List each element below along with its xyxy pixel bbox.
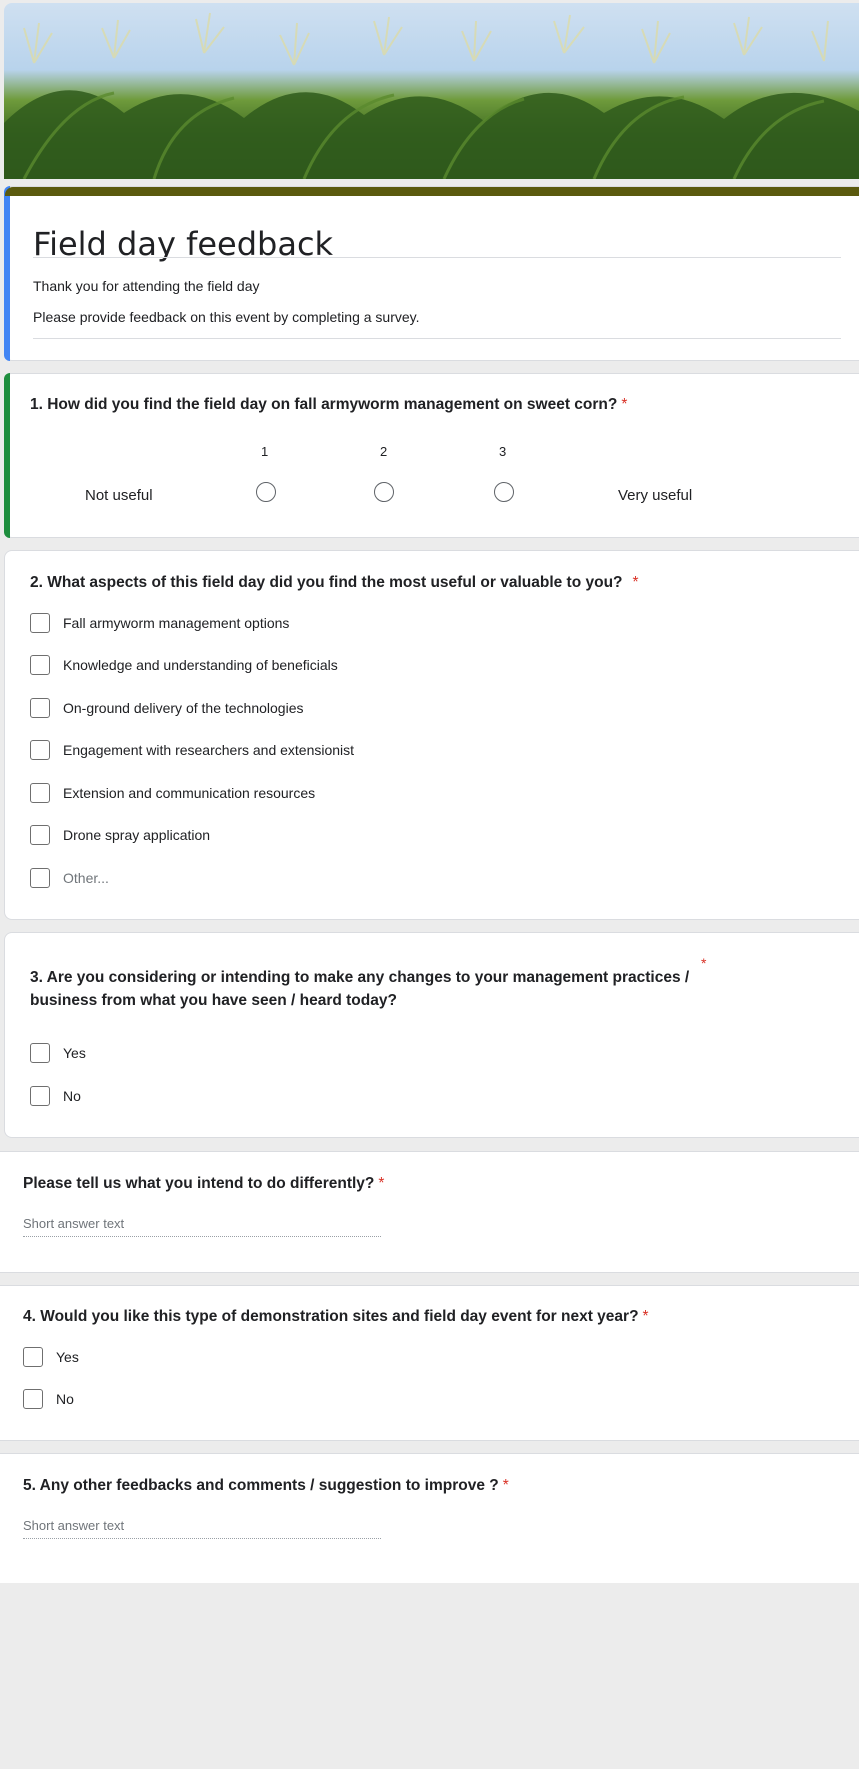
checkbox-label: Knowledge and understanding of beneficia… (63, 657, 338, 673)
question-1-title: 1. How did you find the field day on fal… (30, 396, 628, 413)
description-divider (33, 338, 841, 339)
corn-field-illustration (4, 12, 859, 179)
checkbox[interactable] (30, 740, 50, 760)
scale-label-3: 3 (499, 444, 507, 459)
question-card-2: 2. What aspects of this field day did yo… (4, 550, 859, 920)
checkbox-option-no[interactable]: No (30, 1085, 81, 1107)
scale-max-label: Very useful (618, 487, 693, 504)
checkbox-option[interactable]: On-ground delivery of the technologies (30, 697, 303, 719)
checkbox-label: No (56, 1391, 74, 1407)
checkbox[interactable] (30, 698, 50, 718)
checkbox-option-yes[interactable]: Yes (30, 1042, 86, 1064)
short-answer-placeholder: Short answer text (23, 1216, 125, 1231)
form-description-line-1: Thank you for attending the field day (33, 278, 260, 294)
checkbox-option-yes[interactable]: Yes (23, 1346, 79, 1368)
required-asterisk: * (621, 396, 628, 413)
checkbox-label: Yes (63, 1045, 86, 1061)
other-option-label: Other... (63, 870, 109, 886)
checkbox-option[interactable]: Engagement with researchers and extensio… (30, 739, 354, 761)
required-asterisk: * (502, 1477, 509, 1494)
checkbox-label: Yes (56, 1349, 79, 1365)
checkbox-option[interactable]: Extension and communication resources (30, 782, 315, 804)
header-banner-image (4, 3, 859, 179)
checkbox-option-no[interactable]: No (23, 1388, 74, 1410)
checkbox-label: Drone spray application (63, 827, 211, 843)
checkbox[interactable] (30, 825, 50, 845)
title-divider (33, 257, 841, 258)
checkbox-option-other[interactable]: Other... (30, 867, 109, 889)
short-answer-input[interactable] (23, 1538, 381, 1539)
question-3-title: 3. Are you considering or intending to m… (30, 969, 690, 1009)
required-asterisk: * (642, 1308, 649, 1325)
required-asterisk: * (378, 1175, 385, 1192)
question-card-5: 5. Any other feedbacks and comments / su… (0, 1453, 859, 1583)
scale-label-2: 2 (380, 444, 388, 459)
form-description-line-2: Please provide feedback on this event by… (33, 309, 420, 325)
scale-radio-1[interactable] (256, 482, 276, 502)
question-card-follow-up: Please tell us what you intend to do dif… (0, 1151, 859, 1273)
short-answer-input[interactable] (23, 1236, 381, 1237)
checkbox[interactable] (30, 1086, 50, 1106)
short-answer-placeholder: Short answer text (23, 1518, 125, 1533)
follow-up-question-title: Please tell us what you intend to do dif… (23, 1175, 385, 1192)
checkbox-label: Engagement with researchers and extensio… (63, 742, 355, 758)
required-asterisk: * (632, 574, 639, 591)
checkbox-label: No (63, 1088, 81, 1104)
checkbox-label: Fall armyworm management options (63, 615, 290, 631)
scale-radio-2[interactable] (374, 482, 394, 502)
checkbox[interactable] (23, 1389, 43, 1409)
theme-color-bar (5, 187, 859, 196)
question-4-title: 4. Would you like this type of demonstra… (23, 1308, 649, 1325)
checkbox-option[interactable]: Knowledge and understanding of beneficia… (30, 654, 338, 676)
checkbox[interactable] (30, 868, 50, 888)
question-5-title: 5. Any other feedbacks and comments / su… (23, 1477, 509, 1494)
checkbox[interactable] (30, 613, 50, 633)
checkbox-option[interactable]: Drone spray application (30, 824, 210, 846)
checkbox[interactable] (23, 1347, 43, 1367)
checkbox[interactable] (30, 1043, 50, 1063)
question-card-3: * 3. Are you considering or intending to… (4, 932, 859, 1138)
scale-label-1: 1 (261, 444, 269, 459)
checkbox[interactable] (30, 655, 50, 675)
required-asterisk: * (701, 955, 707, 971)
scale-min-label: Not useful (85, 487, 153, 504)
form-header-card: Field day feedback Thank you for attendi… (4, 186, 859, 361)
checkbox[interactable] (30, 783, 50, 803)
checkbox-label: Extension and communication resources (63, 785, 316, 801)
checkbox-option[interactable]: Fall armyworm management options (30, 612, 289, 634)
scale-radio-3[interactable] (494, 482, 514, 502)
checkbox-label: On-ground delivery of the technologies (63, 700, 304, 716)
question-card-1: 1. How did you find the field day on fal… (4, 373, 859, 538)
question-2-title: 2. What aspects of this field day did yo… (30, 574, 639, 591)
question-card-4: 4. Would you like this type of demonstra… (0, 1285, 859, 1441)
